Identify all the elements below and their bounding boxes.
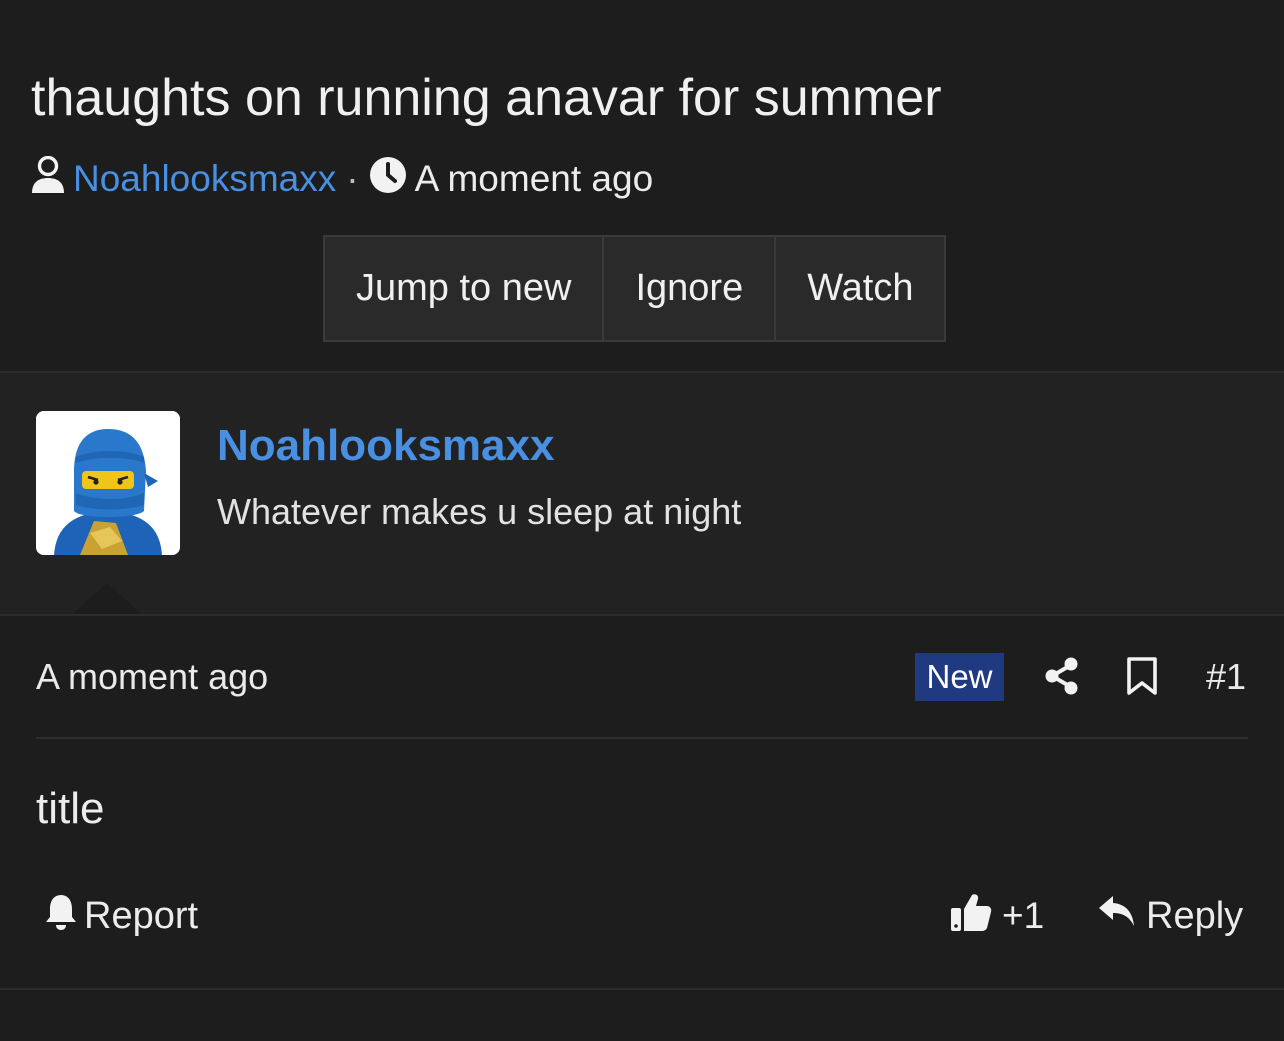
report-button[interactable]: Report [44, 893, 198, 939]
user-title: Whatever makes u sleep at night [217, 491, 742, 532]
thread-time: A moment ago [414, 158, 654, 199]
avatar[interactable] [36, 411, 180, 555]
ignore-button[interactable]: Ignore [604, 237, 777, 340]
jump-to-new-button[interactable]: Jump to new [325, 237, 605, 340]
bookmark-icon[interactable] [1126, 656, 1158, 701]
thread-title: thaughts on running anavar for summer [31, 69, 942, 127]
watch-button[interactable]: Watch [776, 237, 944, 340]
thread-author-link[interactable]: Noahlooksmaxx [73, 158, 336, 200]
user-icon [31, 155, 65, 203]
reply-icon [1098, 894, 1146, 938]
post-time[interactable]: A moment ago [36, 656, 268, 698]
divider [0, 988, 1284, 990]
post-user-block: Noahlooksmaxx Whatever makes u sleep at … [0, 373, 1284, 616]
bell-icon [44, 892, 84, 940]
new-badge: New [915, 653, 1004, 701]
post-content: title [36, 784, 105, 833]
thread-actions: Jump to new Ignore Watch [323, 235, 947, 342]
user-block-arrow [70, 583, 144, 616]
like-button[interactable]: +1 [950, 893, 1044, 939]
thread-meta: Noahlooksmaxx · A moment ago [31, 155, 654, 203]
report-label: Report [84, 894, 199, 937]
share-icon[interactable] [1044, 657, 1080, 700]
divider [36, 737, 1248, 739]
like-count: +1 [1002, 895, 1045, 936]
divider [0, 614, 1284, 616]
reply-button[interactable]: Reply [1098, 893, 1243, 939]
thread-page: thaughts on running anavar for summer No… [0, 0, 1284, 1041]
meta-separator: · [346, 158, 359, 199]
post-username[interactable]: Noahlooksmaxx [217, 421, 554, 471]
reply-label: Reply [1146, 894, 1244, 937]
thumbs-up-icon [950, 891, 1002, 942]
post-number[interactable]: #1 [1206, 656, 1246, 698]
clock-icon [369, 156, 407, 203]
